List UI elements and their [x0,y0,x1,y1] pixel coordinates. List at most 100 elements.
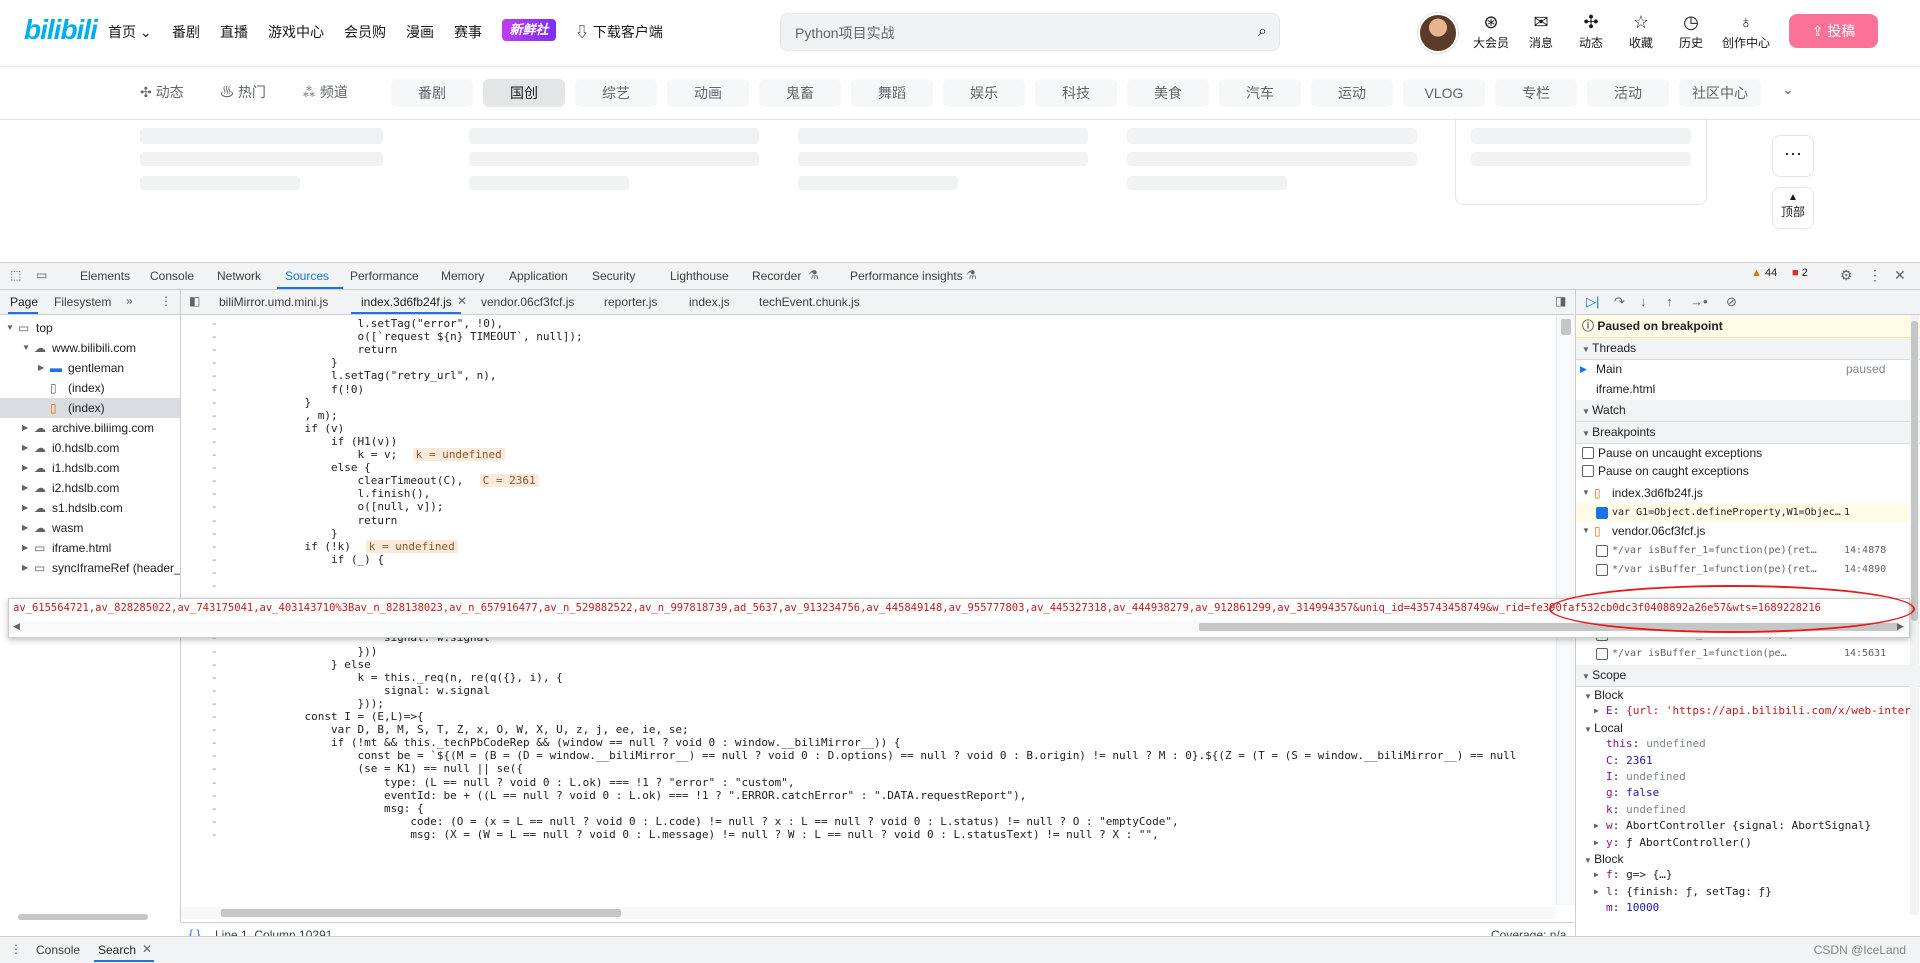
code-line[interactable]: - else { [181,461,1556,474]
tab-page[interactable]: Page [10,295,38,309]
code-line[interactable]: - code: (O = (x = L == null ? void 0 : L… [181,815,1556,828]
scroll-left-icon[interactable]: ◀ [13,621,20,632]
nav-bangumi[interactable]: 番剧 [172,22,200,42]
scope-variable[interactable]: ▶ E: {url: 'https://api.bilibili.com/x/web… [1576,703,1920,719]
thread-item[interactable]: ▶ Main paused [1576,360,1920,378]
channel-pill[interactable]: 科技 [1035,79,1117,107]
tree-item[interactable]: ▶ ☁ i0.hdslb.com [0,438,180,458]
checkbox[interactable] [1596,648,1608,660]
channel-more-chevron-icon[interactable]: ⌄ [1782,81,1794,98]
collapse-arrow-icon[interactable]: ▶ [22,518,28,538]
collapse-arrow-icon[interactable]: ▶ [22,418,28,438]
close-icon[interactable]: ✕ [1894,267,1906,284]
code-line[interactable]: - var D, B, M, S, T, Z, x, O, W, X, U, z… [181,723,1556,736]
collapse-arrow-icon[interactable]: ▶ [22,498,28,518]
tree-item[interactable]: ▼ ☁ www.bilibili.com [0,338,180,358]
kebab-menu-icon[interactable]: ⋮ [1868,267,1882,284]
collapse-arrow-icon[interactable]: ▶ [1594,884,1599,900]
tree-item[interactable]: ▶ ☁ s1.hdslb.com [0,498,180,518]
kebab-menu-icon[interactable]: ⋮ [10,942,22,956]
header-creator-center[interactable]: ♁ 创作中心 [1718,12,1774,51]
download-client-link[interactable]: ⇩ 下载客户端 [575,22,663,42]
devtools-tab[interactable]: Console [150,269,194,283]
editor-tab[interactable]: biliMirror.umd.mini.js [219,295,328,309]
code-line[interactable]: - clearTimeout(C), C = 2361 [181,474,1556,488]
devtools-tab[interactable]: Security [592,269,635,283]
collapse-arrow-icon[interactable]: ▶ [1594,703,1599,719]
scope-section[interactable]: ▼ Scope [1576,665,1920,687]
code-line[interactable]: - [181,579,1556,592]
debugger-scrollbar[interactable] [1910,315,1919,915]
channel-pill[interactable]: VLOG [1403,79,1485,107]
editor-tab[interactable]: reporter.js [604,295,657,309]
scope-group[interactable]: ▼ Block [1576,687,1920,703]
step-into-icon[interactable]: ↓ [1640,294,1647,309]
inspect-icon[interactable]: ⬚ [10,268,21,282]
devtools-tab[interactable]: Network [217,269,261,283]
scope-variable[interactable]: ▶ y: ƒ AbortController() [1576,835,1920,851]
code-line[interactable]: - l.setTag("retry_url", n), [181,369,1556,382]
tree-item[interactable]: ▯ (index) [0,378,180,398]
code-line[interactable]: - } [181,356,1556,369]
scope-variable[interactable]: ▶ f: g=> {…} [1576,867,1920,883]
nav-manga[interactable]: 漫画 [406,22,434,42]
pause-exceptions-option[interactable]: Pause on uncaught exceptions [1576,444,1920,462]
breakpoint-item[interactable]: */var isBuffer_1=function(pe… 14:5631 [1576,644,1920,663]
devtools-tab[interactable]: Sources [285,269,329,283]
channel-pill[interactable]: 动画 [667,79,749,107]
debugger-scroll-thumb[interactable] [1911,321,1918,621]
collapse-arrow-icon[interactable]: ▶ [22,538,28,558]
devtools-tab[interactable]: Application [509,269,568,283]
expand-arrow-icon[interactable]: ▼ [6,318,14,338]
code-line[interactable]: - o([`request ${n} TIMEOUT`, null]); [181,330,1556,343]
step-over-icon[interactable]: ↷ [1614,294,1625,310]
code-line[interactable]: - if (H1(v)) [181,435,1556,448]
more-button[interactable]: ⋯ [1772,135,1814,177]
code-line[interactable]: - })); [181,697,1556,710]
resume-icon[interactable]: ▷| [1586,294,1599,310]
step-icon[interactable]: →• [1690,294,1708,309]
tree-item[interactable]: ▶ ☁ wasm [0,518,180,538]
editor-tab[interactable]: index.js [689,295,730,309]
header-vip[interactable]: ⊛ 大会员 [1468,12,1514,51]
code-line[interactable]: - const be = `${(M = (B = (D = window.__… [181,749,1556,762]
tree-item[interactable]: ▯ (index) [0,398,180,418]
toggle-debugger-icon[interactable]: ◨ [1555,294,1566,308]
channel-pill[interactable]: 国创 [483,79,565,107]
kebab-menu-icon[interactable]: ⋮ [160,294,172,308]
scope-variable[interactable]: ▶ w: AbortController {signal: AbortSignal} [1576,818,1920,834]
checkbox[interactable] [1596,507,1608,519]
nav-home[interactable]: 首页 ⌄ [108,22,152,42]
code-line[interactable]: - signal: w.signal [181,684,1556,697]
code-line[interactable]: - k = v; k = undefined [181,448,1556,461]
code-line[interactable]: - , m); [181,409,1556,422]
channel-channels[interactable]: ⁂ 频道 [302,82,348,102]
thread-item[interactable]: iframe.html [1576,380,1920,398]
tree-item[interactable]: ▶ ☁ archive.biliimg.com [0,418,180,438]
editor-tab[interactable]: techEvent.chunk.js [759,295,860,309]
close-icon[interactable]: ✕ [142,942,152,956]
deactivate-breakpoints-icon[interactable]: ⊘ [1726,294,1737,310]
threads-section[interactable]: ▼ Threads [1576,338,1920,360]
code-line[interactable]: - } [181,527,1556,540]
collapse-arrow-icon[interactable]: ▶ [1594,818,1599,834]
collapse-arrow-icon[interactable]: ▶ [22,458,28,478]
search-icon[interactable]: ⌕ [1258,23,1267,41]
code-line[interactable]: - } else [181,658,1556,671]
nav-live[interactable]: 直播 [220,22,248,42]
header-dynamic[interactable]: ✣ 动态 [1568,12,1614,51]
code-line[interactable]: - type: (L == null ? void 0 : L.ok) === … [181,776,1556,789]
scope-variable[interactable]: C:2361 [1576,753,1920,769]
scope-variable[interactable]: this: undefined [1576,736,1920,752]
tree-item[interactable]: ▼ ▭ top [0,318,180,338]
devtools-tab[interactable]: Lighthouse [670,269,729,283]
code-line[interactable]: - if (!k) k = undefined [181,539,1556,553]
code-line[interactable]: - return [181,343,1556,356]
header-favorites[interactable]: ☆ 收藏 [1618,12,1664,51]
channel-hot[interactable]: ♨ 热门 [220,82,266,102]
scope-variable[interactable]: m:10000 [1576,900,1920,916]
drawer-tab-search[interactable]: Search [98,943,136,957]
code-line[interactable]: - } [181,396,1556,409]
checkbox[interactable] [1596,545,1608,557]
editor-horizontal-scrollbar[interactable] [181,907,1556,919]
